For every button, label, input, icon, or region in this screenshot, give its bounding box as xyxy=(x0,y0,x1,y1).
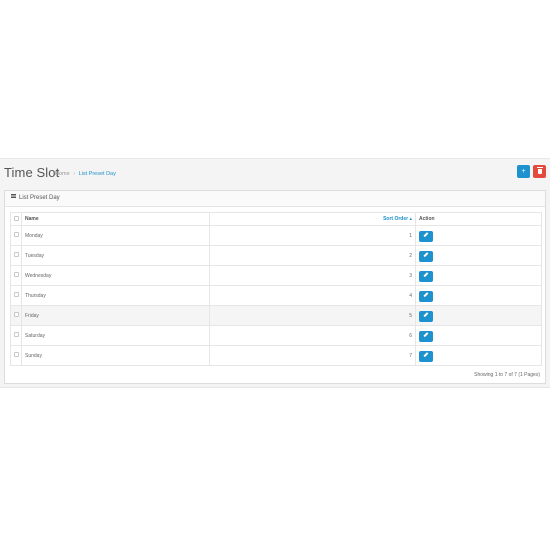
sort-order-value: 6 xyxy=(209,325,416,346)
edit-button[interactable] xyxy=(419,351,433,362)
row-select-cell xyxy=(10,325,22,346)
list-icon xyxy=(11,194,16,199)
breadcrumb-list-preset-day[interactable]: List Preset Day xyxy=(79,171,116,177)
add-new-button[interactable]: + xyxy=(517,165,530,178)
pencil-icon xyxy=(423,352,429,357)
action-cell xyxy=(415,325,542,346)
sort-order-value: 7 xyxy=(209,345,416,366)
day-name: Wednesday xyxy=(21,265,210,286)
table-header-row: Name Sort Order ▴ Action xyxy=(10,212,542,226)
pencil-icon xyxy=(423,312,429,317)
day-name: Sunday xyxy=(21,345,210,366)
sort-asc-icon: ▴ xyxy=(409,216,412,222)
preset-day-table: Name Sort Order ▴ Action Monday 1 Tuesda… xyxy=(10,212,542,366)
sort-order-value: 5 xyxy=(209,305,416,326)
pencil-icon xyxy=(423,272,429,277)
select-all-checkbox[interactable] xyxy=(13,215,19,221)
delete-button[interactable] xyxy=(533,165,546,178)
day-name: Friday xyxy=(21,305,210,326)
pagination-summary: Showing 1 to 7 of 7 (1 Pages) xyxy=(474,372,540,378)
column-header-name: Name xyxy=(21,212,210,226)
breadcrumb: Home › List Preset Day xyxy=(55,171,116,177)
table-row: Saturday 6 xyxy=(10,325,542,346)
table-row: Wednesday 3 xyxy=(10,265,542,286)
row-checkbox[interactable] xyxy=(13,332,19,337)
column-header-action: Action xyxy=(415,212,542,226)
action-cell xyxy=(415,245,542,266)
action-cell xyxy=(415,285,542,306)
edit-button[interactable] xyxy=(419,251,433,262)
edit-button[interactable] xyxy=(419,271,433,282)
row-select-cell xyxy=(10,245,22,266)
sort-order-value: 3 xyxy=(209,265,416,286)
sort-order-value: 2 xyxy=(209,245,416,266)
page-header: Time Slot Home › List Preset Day + xyxy=(0,159,550,189)
content-area: Time Slot Home › List Preset Day + List … xyxy=(0,158,550,388)
table-row: Sunday 7 xyxy=(10,345,542,366)
table-row: Tuesday 2 xyxy=(10,245,542,266)
pencil-icon xyxy=(423,252,429,257)
day-name: Monday xyxy=(21,225,210,246)
plus-icon: + xyxy=(521,168,526,175)
page-title: Time Slot xyxy=(4,165,60,180)
pencil-icon xyxy=(423,292,429,297)
breadcrumb-separator: › xyxy=(73,171,76,177)
action-cell xyxy=(415,265,542,286)
sort-order-value: 1 xyxy=(209,225,416,246)
day-name: Tuesday xyxy=(21,245,210,266)
list-panel: List Preset Day Name Sort Order ▴ Action… xyxy=(4,190,546,384)
row-checkbox[interactable] xyxy=(13,252,19,257)
row-checkbox[interactable] xyxy=(13,272,19,277)
row-select-cell xyxy=(10,285,22,306)
column-header-sort-order: Sort Order ▴ xyxy=(209,212,416,226)
pencil-icon xyxy=(423,232,429,237)
row-checkbox[interactable] xyxy=(13,312,19,317)
edit-button[interactable] xyxy=(419,311,433,322)
edit-button[interactable] xyxy=(419,291,433,302)
day-name: Saturday xyxy=(21,325,210,346)
row-checkbox[interactable] xyxy=(13,292,19,297)
pencil-icon xyxy=(423,332,429,337)
sort-order-link[interactable]: Sort Order ▴ xyxy=(383,216,412,222)
table-row: Friday 5 xyxy=(10,305,542,326)
table-row: Monday 1 xyxy=(10,225,542,246)
panel-title: List Preset Day xyxy=(11,194,60,201)
table-row: Thursday 4 xyxy=(10,285,542,306)
day-name: Thursday xyxy=(21,285,210,306)
action-cell xyxy=(415,305,542,326)
panel-heading: List Preset Day xyxy=(5,191,545,207)
edit-button[interactable] xyxy=(419,331,433,342)
action-cell xyxy=(415,225,542,246)
row-select-cell xyxy=(10,265,22,286)
panel-title-text: List Preset Day xyxy=(19,195,60,201)
sort-order-value: 4 xyxy=(209,285,416,306)
header-select-cell xyxy=(10,212,22,226)
action-cell xyxy=(415,345,542,366)
breadcrumb-home[interactable]: Home xyxy=(55,171,70,177)
row-select-cell xyxy=(10,225,22,246)
row-checkbox[interactable] xyxy=(13,352,19,357)
sort-order-label: Sort Order xyxy=(383,216,409,222)
row-select-cell xyxy=(10,305,22,326)
trash-icon xyxy=(536,167,543,174)
edit-button[interactable] xyxy=(419,231,433,242)
row-select-cell xyxy=(10,345,22,366)
row-checkbox[interactable] xyxy=(13,232,19,237)
